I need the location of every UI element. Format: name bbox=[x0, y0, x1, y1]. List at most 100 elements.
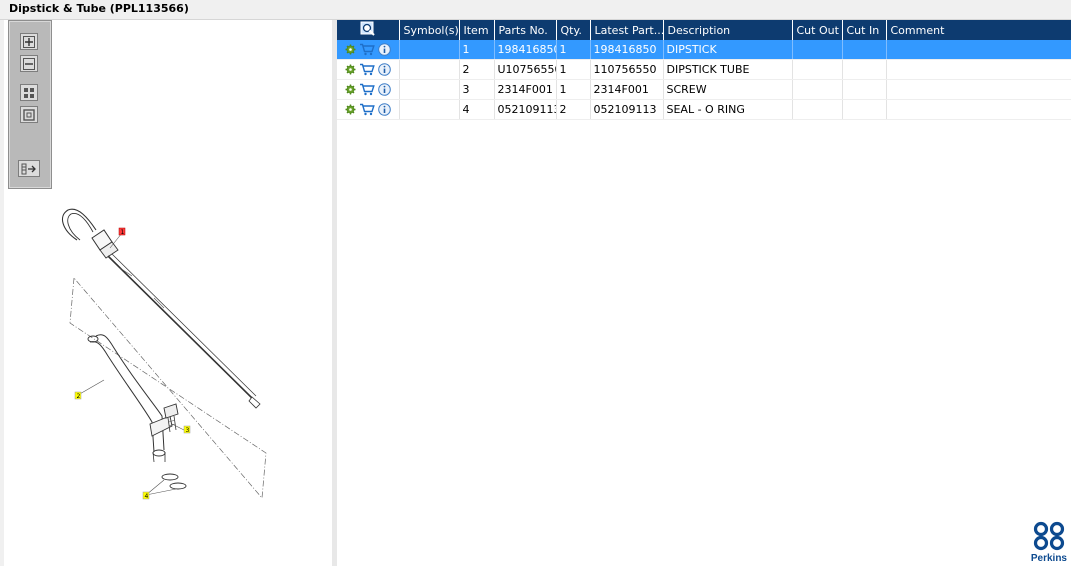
cell-comment bbox=[886, 79, 1071, 100]
column-header-actions[interactable] bbox=[337, 20, 400, 40]
cell-qty: 1 bbox=[556, 40, 591, 60]
part-info-button[interactable] bbox=[378, 43, 391, 56]
cell-latest-part: 110756550 bbox=[590, 59, 664, 80]
window-title: Dipstick & Tube (PPL113566) bbox=[9, 2, 189, 15]
fit-all-button[interactable] bbox=[20, 84, 38, 101]
illustration-pane[interactable]: 1 2 3 4 bbox=[4, 20, 332, 566]
cell-qty: 1 bbox=[556, 79, 591, 100]
cell-qty: 1 bbox=[556, 59, 591, 80]
column-header-cut-out[interactable]: Cut Out bbox=[792, 20, 843, 40]
zoom-in-icon bbox=[23, 35, 35, 48]
row-actions bbox=[337, 79, 400, 100]
parts-illustration[interactable]: 1 2 3 4 bbox=[4, 190, 332, 520]
cell-parts-no: 2314F001 bbox=[494, 79, 557, 100]
part-info-button[interactable] bbox=[378, 63, 391, 76]
search-parts-icon[interactable] bbox=[360, 21, 376, 36]
fit-all-icon bbox=[24, 87, 34, 98]
column-header-cut-in[interactable]: Cut In bbox=[842, 20, 887, 40]
part-info-button[interactable] bbox=[378, 83, 391, 96]
view-toolbar bbox=[8, 20, 52, 189]
fit-window-icon bbox=[23, 108, 35, 121]
svg-text:2: 2 bbox=[77, 393, 81, 400]
cell-cut-in bbox=[842, 79, 887, 100]
add-to-cart-button[interactable] bbox=[359, 63, 375, 76]
cell-comment bbox=[886, 59, 1071, 80]
column-header-description[interactable]: Description bbox=[663, 20, 793, 40]
cell-cut-in bbox=[842, 40, 887, 60]
configure-button[interactable] bbox=[345, 84, 356, 95]
collapse-pane-button[interactable] bbox=[18, 160, 40, 177]
callout-4[interactable]: 4 bbox=[142, 491, 150, 500]
cell-cut-out bbox=[792, 99, 843, 120]
column-header-item[interactable]: Item bbox=[459, 20, 495, 40]
callout-1[interactable]: 1 bbox=[118, 227, 126, 236]
add-to-cart-button[interactable] bbox=[359, 83, 375, 96]
column-header-comment[interactable]: Comment bbox=[886, 20, 1071, 40]
cell-cut-in bbox=[842, 59, 887, 80]
table-row[interactable]: 4 052109113 2 052109113 SEAL - O RING bbox=[337, 99, 1071, 120]
table-row[interactable]: 1 198416850 1 198416850 DIPSTICK bbox=[337, 40, 1071, 60]
parts-table: Symbol(s) Item Parts No. Qty. Latest Par… bbox=[337, 20, 1071, 120]
gear-icon bbox=[345, 104, 356, 115]
fit-window-button[interactable] bbox=[20, 106, 38, 123]
part-info-button[interactable] bbox=[378, 103, 391, 116]
info-icon bbox=[378, 103, 391, 116]
cell-symbols bbox=[399, 40, 460, 60]
gear-icon bbox=[345, 84, 356, 95]
callout-3[interactable]: 3 bbox=[183, 425, 191, 434]
cell-parts-no: 198416850 bbox=[494, 40, 557, 60]
cell-item: 3 bbox=[459, 79, 495, 100]
cell-cut-out bbox=[792, 79, 843, 100]
gear-icon bbox=[345, 64, 356, 75]
cell-qty: 2 bbox=[556, 99, 591, 120]
info-icon bbox=[378, 63, 391, 76]
svg-text:1: 1 bbox=[121, 229, 125, 236]
cell-description: SCREW bbox=[663, 79, 793, 100]
cart-icon bbox=[360, 103, 375, 116]
cell-description: DIPSTICK TUBE bbox=[663, 59, 793, 80]
svg-text:4: 4 bbox=[145, 493, 149, 500]
cell-symbols bbox=[399, 79, 460, 100]
perkins-logo: Perkins bbox=[1031, 521, 1067, 564]
info-icon bbox=[378, 43, 391, 56]
cell-parts-no: 052109113 bbox=[494, 99, 557, 120]
cell-item: 4 bbox=[459, 99, 495, 120]
configure-button[interactable] bbox=[345, 44, 356, 55]
callout-2[interactable]: 2 bbox=[74, 391, 82, 400]
cart-icon bbox=[360, 83, 375, 96]
cart-icon bbox=[360, 63, 375, 76]
table-row[interactable]: 2 U10756550 1 110756550 DIPSTICK TUBE bbox=[337, 59, 1071, 80]
cart-icon bbox=[360, 43, 375, 56]
row-actions bbox=[337, 59, 400, 80]
column-header-latest-part[interactable]: Latest Part... bbox=[590, 20, 664, 40]
zoom-out-button[interactable] bbox=[20, 55, 38, 72]
table-header-row: Symbol(s) Item Parts No. Qty. Latest Par… bbox=[337, 20, 1071, 40]
add-to-cart-button[interactable] bbox=[359, 43, 375, 56]
column-header-qty[interactable]: Qty. bbox=[556, 20, 591, 40]
cell-symbols bbox=[399, 59, 460, 80]
zoom-in-button[interactable] bbox=[20, 33, 38, 50]
cell-cut-out bbox=[792, 40, 843, 60]
svg-text:3: 3 bbox=[186, 427, 190, 434]
configure-button[interactable] bbox=[345, 64, 356, 75]
cell-description: DIPSTICK bbox=[663, 40, 793, 60]
table-row[interactable]: 3 2314F001 1 2314F001 SCREW bbox=[337, 79, 1071, 100]
cell-description: SEAL - O RING bbox=[663, 99, 793, 120]
cell-parts-no: U10756550 bbox=[494, 59, 557, 80]
info-icon bbox=[378, 83, 391, 96]
parts-list-pane: Symbol(s) Item Parts No. Qty. Latest Par… bbox=[337, 20, 1071, 566]
cell-latest-part: 198416850 bbox=[590, 40, 664, 60]
zoom-out-icon bbox=[23, 57, 35, 70]
cell-cut-in bbox=[842, 99, 887, 120]
add-to-cart-button[interactable] bbox=[359, 103, 375, 116]
row-actions bbox=[337, 99, 400, 120]
cell-latest-part: 2314F001 bbox=[590, 79, 664, 100]
row-actions bbox=[337, 40, 400, 60]
title-bar: Dipstick & Tube (PPL113566) bbox=[0, 0, 1071, 20]
column-header-parts-no[interactable]: Parts No. bbox=[494, 20, 557, 40]
column-header-symbols[interactable]: Symbol(s) bbox=[399, 20, 460, 40]
cell-comment bbox=[886, 40, 1071, 60]
perkins-logo-text: Perkins bbox=[1030, 553, 1067, 564]
configure-button[interactable] bbox=[345, 104, 356, 115]
gear-icon bbox=[345, 44, 356, 55]
